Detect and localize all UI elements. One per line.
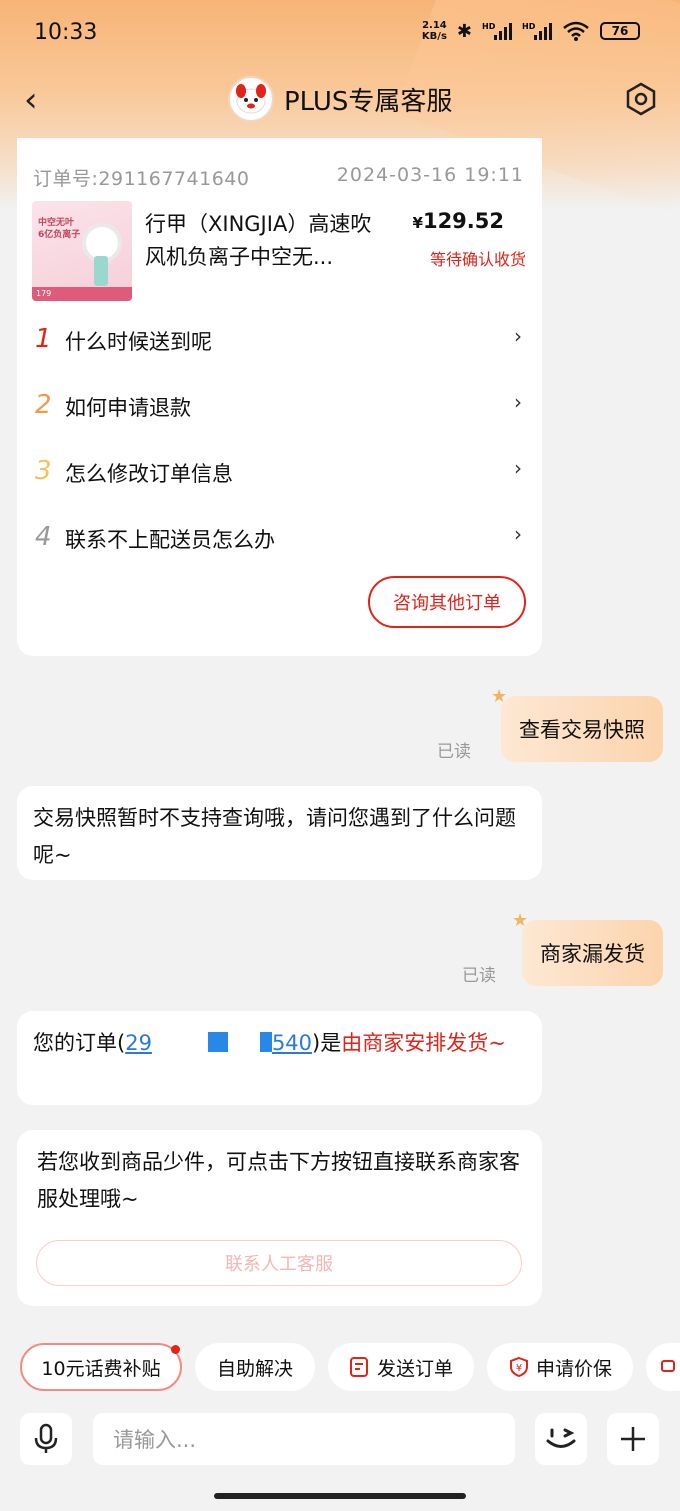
chevron-right-icon: › [514, 456, 522, 480]
quick-action-bar: 10元话费补贴 自助解决 发送订单 ¥ 申请价保 [0, 1343, 680, 1393]
product-price: ¥129.52 [412, 209, 504, 233]
joy-dog-icon [236, 84, 266, 114]
phone-credit-chip[interactable]: 10元话费补贴 [20, 1343, 182, 1391]
bot-message: 您的订单(29 540)是由商家安排发货~ [17, 1011, 542, 1105]
truck-icon [661, 1360, 675, 1372]
wifi-icon [563, 21, 589, 41]
shield-yen-icon: ¥ [509, 1356, 528, 1378]
order-date: 2024-03-16 19:11 [336, 164, 524, 186]
faq-label: 什么时候送到呢 [65, 330, 212, 354]
plus-icon [621, 1427, 645, 1451]
microphone-icon [34, 1423, 58, 1453]
notification-dot [171, 1345, 180, 1354]
read-receipt: 已读 [462, 966, 496, 986]
read-receipt: 已读 [437, 742, 471, 762]
faq-item[interactable]: 1 什么时候送到呢 › [17, 306, 542, 372]
clock: 10:33 [34, 20, 98, 45]
faq-number: 1 [35, 324, 52, 354]
voice-button[interactable] [20, 1413, 72, 1465]
nav-bar: ‹ PLUS专属客服 [0, 70, 680, 130]
user-message: ★ 商家漏发货 [512, 910, 663, 986]
page-title: PLUS专属客服 [284, 86, 453, 117]
bot-message: 交易快照暂时不支持查询哦，请问您遇到了什么问题呢~ [17, 786, 542, 880]
faq-label: 如何申请退款 [65, 396, 191, 420]
back-arrow-icon[interactable]: ‹ [24, 80, 38, 120]
faq-number: 4 [35, 522, 52, 552]
faq-item[interactable]: 2 如何申请退款 › [17, 372, 542, 438]
star-icon: ★ [512, 910, 529, 931]
bluetooth-icon: ✱ [456, 20, 472, 42]
price-protection-chip[interactable]: ¥ 申请价保 [487, 1343, 633, 1391]
emoji-button[interactable] [535, 1413, 587, 1465]
order-status: 等待确认收货 [429, 250, 526, 269]
faq-label: 联系不上配送员怎么办 [65, 528, 275, 552]
faq-item[interactable]: 4 联系不上配送员怎么办 › [17, 504, 542, 570]
network-speed: 2.14 KB/s [421, 20, 447, 42]
order-link[interactable]: 29 540 [125, 1031, 312, 1055]
chevron-right-icon: › [514, 522, 522, 546]
message-input[interactable]: 请输入... [93, 1413, 515, 1465]
product-image[interactable]: 中空无叶 6亿负离子 179 [32, 201, 132, 301]
chevron-right-icon: › [514, 324, 522, 348]
nav-title-group: PLUS专属客服 [228, 76, 452, 122]
avatar [228, 76, 274, 122]
self-service-chip[interactable]: 自助解决 [195, 1343, 315, 1391]
order-number: 订单号:291167741640 [33, 168, 250, 190]
svg-text:HD: HD [482, 22, 496, 31]
battery-icon: 76 [600, 22, 640, 40]
faq-label: 怎么修改订单信息 [65, 462, 233, 486]
user-message: ★ 查看交易快照 [491, 686, 663, 762]
send-order-chip[interactable]: 发送订单 [328, 1343, 474, 1391]
contact-human-agent-button[interactable]: 联系人工客服 [36, 1240, 522, 1286]
signal-icon: HD [482, 22, 512, 40]
redaction-block [207, 1032, 228, 1052]
redaction-block [259, 1032, 272, 1052]
svg-text:¥: ¥ [516, 1363, 522, 1374]
status-icons: 2.14 KB/s ✱ HD HD 76 [422, 20, 640, 42]
faq-item[interactable]: 3 怎么修改订单信息 › [17, 438, 542, 504]
bot-message: 若您收到商品少件，可点击下方按钮直接联系商家客服处理哦~ 联系人工客服 [17, 1130, 542, 1306]
faq-number: 3 [35, 456, 52, 486]
status-bar: 10:33 2.14 KB/s ✱ HD HD 76 [0, 0, 680, 70]
order-card: 订单号:291167741640 2024-03-16 19:11 中空无叶 6… [17, 138, 542, 656]
emoji-icon [546, 1428, 576, 1448]
star-icon: ★ [491, 686, 508, 707]
more-chip[interactable] [646, 1343, 680, 1391]
product-image-price: 179 [32, 287, 132, 301]
svg-text:HD: HD [522, 22, 536, 31]
product-name[interactable]: 行甲（XINGJIA）高速吹风机负离子中空无... [145, 208, 385, 274]
home-indicator[interactable] [214, 1493, 466, 1499]
order-icon [349, 1357, 368, 1377]
product-image-text: 中空无叶 6亿负离子 [38, 218, 81, 240]
consult-other-order-button[interactable]: 咨询其他订单 [368, 576, 526, 628]
faq-number: 2 [35, 390, 52, 420]
chevron-right-icon: › [514, 390, 522, 414]
signal-icon-2: HD [522, 22, 552, 40]
plus-button[interactable] [607, 1413, 659, 1465]
settings-hexagon-icon[interactable] [624, 82, 658, 116]
